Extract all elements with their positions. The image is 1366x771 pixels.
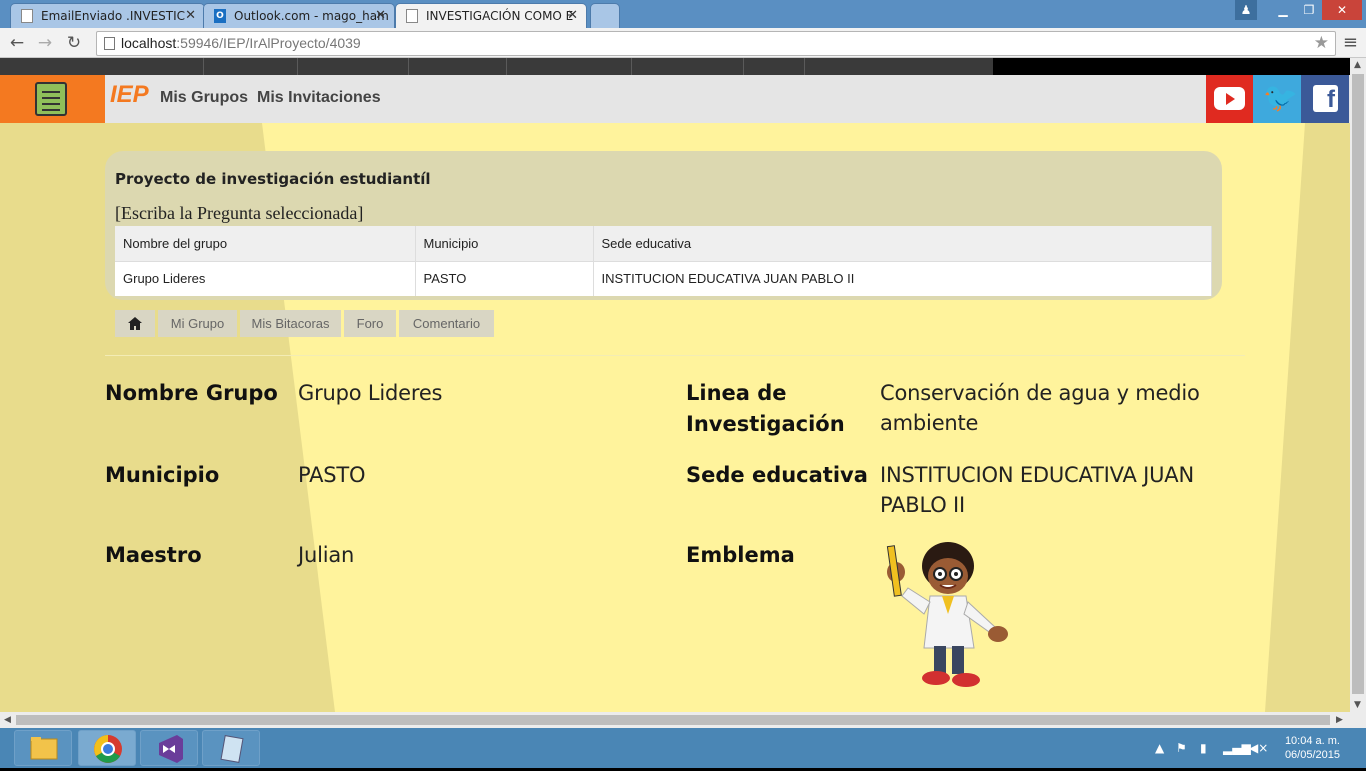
user-icon[interactable]: ♟ (1235, 0, 1257, 20)
tab-mi-grupo[interactable]: Mi Grupo (158, 310, 237, 337)
table-header: Nombre del grupo (115, 226, 416, 261)
facebook-icon[interactable]: f (1301, 75, 1349, 123)
table-header-row: Nombre del grupo Municipio Sede educativ… (115, 226, 1212, 261)
tab-foro[interactable]: Foro (344, 310, 396, 337)
page-viewport: IEP Mis Grupos Mis Invitaciones 🐦 f Proy… (0, 58, 1350, 712)
site-logo[interactable] (0, 75, 105, 123)
table-cell: Grupo Lideres (115, 260, 416, 296)
site-header: IEP Mis Grupos Mis Invitaciones 🐦 f (0, 75, 1350, 123)
table-cell: PASTO (415, 260, 594, 296)
page-icon (104, 37, 115, 50)
close-tab-icon[interactable]: ✕ (567, 8, 578, 23)
file-explorer-icon[interactable] (14, 730, 72, 766)
tab-title: EmailEnviado .INVESTIC (41, 9, 186, 23)
bookmark-star-icon[interactable]: ★ (1314, 33, 1329, 53)
table-header: Municipio (415, 226, 594, 261)
windows-taskbar: ▲ ⚑ ▮ ▂▄▆ ◀× 10:04 a. m. 06/05/2015 (0, 728, 1366, 768)
volume-muted-icon[interactable]: ◀× (1249, 741, 1268, 755)
scrollbar-thumb[interactable] (16, 715, 1330, 725)
new-tab-button[interactable] (590, 3, 620, 28)
home-icon (128, 317, 142, 330)
tab-mis-bitacoras[interactable]: Mis Bitacoras (240, 310, 341, 337)
network-icon[interactable]: ▂▄▆ (1223, 741, 1251, 755)
reload-icon[interactable]: ↻ (63, 32, 85, 54)
system-clock[interactable]: 10:04 a. m. 06/05/2015 (1285, 734, 1340, 762)
group-table: Nombre del grupo Municipio Sede educativ… (115, 226, 1212, 296)
scrollbar-thumb[interactable] (1352, 74, 1364, 694)
value-sede-educativa: INSTITUCION EDUCATIVA JUAN PABLO II (880, 463, 1194, 517)
label-nombre-grupo: Nombre Grupo (105, 381, 278, 405)
label-emblema: Emblema (686, 543, 795, 567)
vertical-scrollbar[interactable]: ▲ ▼ (1350, 58, 1366, 712)
close-window-button[interactable]: ✕ (1322, 0, 1362, 20)
table-row: Grupo Lideres PASTO INSTITUCION EDUCATIV… (115, 260, 1212, 296)
notebook-icon (35, 82, 67, 116)
chrome-icon[interactable] (78, 730, 136, 766)
browser-tab[interactable]: EmailEnviado .INVESTIC ✕ (10, 3, 205, 28)
close-tab-icon[interactable]: ✕ (185, 8, 196, 23)
back-icon[interactable]: ← (6, 32, 28, 54)
project-panel: Proyecto de investigación estudiantíl [E… (105, 151, 1222, 300)
page-icon (406, 9, 418, 23)
browser-tab[interactable]: O Outlook.com - mago_ham ✕ (203, 3, 395, 28)
battery-icon[interactable]: ▮ (1200, 741, 1207, 755)
notepad-icon[interactable] (202, 730, 260, 766)
value-municipio: PASTO (298, 463, 366, 487)
menu-icon[interactable]: ≡ (1343, 32, 1358, 53)
action-center-icon[interactable]: ⚑ (1176, 741, 1187, 755)
tray-expand-icon[interactable]: ▲ (1155, 741, 1164, 755)
nav-mis-grupos[interactable]: Mis Grupos (160, 89, 248, 107)
value-maestro: Julian (298, 543, 355, 567)
nav-mis-invitaciones[interactable]: Mis Invitaciones (257, 89, 381, 107)
divider (105, 355, 1245, 356)
twitter-icon[interactable]: 🐦 (1253, 75, 1301, 123)
minimize-button[interactable]: ▁ (1270, 0, 1296, 20)
close-tab-icon[interactable]: ✕ (375, 8, 386, 23)
forward-icon[interactable]: → (34, 32, 56, 54)
value-linea-investigacion: Conservación de agua y medio ambiente (880, 381, 1200, 435)
tab-title: Outlook.com - mago_ham (234, 9, 389, 23)
scientist-emblem-image (886, 542, 1008, 687)
label-linea-investigacion: Linea de Investigación (686, 381, 845, 436)
brand-logo[interactable]: IEP (110, 81, 149, 109)
page-icon (21, 9, 33, 23)
url-text: localhost:59946/IEP/IrAlProyecto/4039 (121, 35, 361, 51)
table-header: Sede educativa (593, 226, 1212, 261)
browser-toolbar: ← → ↻ localhost:59946/IEP/IrAlProyecto/4… (0, 28, 1366, 58)
browser-tab-active[interactable]: INVESTIGACIÓN COMO E ✕ (395, 3, 587, 28)
label-municipio: Municipio (105, 463, 220, 487)
panel-title: Proyecto de investigación estudiantíl (115, 170, 431, 188)
address-bar[interactable]: localhost:59946/IEP/IrAlProyecto/4039 ★ (96, 31, 1336, 56)
label-maestro: Maestro (105, 543, 202, 567)
label-sede-educativa: Sede educativa (686, 463, 868, 487)
table-cell: INSTITUCION EDUCATIVA JUAN PABLO II (593, 260, 1212, 296)
tab-comentario[interactable]: Comentario (399, 310, 494, 337)
tab-title: INVESTIGACIÓN COMO E (426, 9, 574, 23)
maximize-button[interactable]: ❐ (1296, 0, 1322, 20)
horizontal-scrollbar[interactable]: ◀ ▶ (0, 712, 1366, 728)
value-nombre-grupo: Grupo Lideres (298, 381, 443, 405)
visual-studio-icon[interactable] (140, 730, 198, 766)
outlook-icon: O (214, 9, 226, 23)
youtube-icon[interactable] (1206, 75, 1254, 123)
tab-home[interactable] (115, 310, 155, 337)
browser-titlebar: EmailEnviado .INVESTIC ✕ O Outlook.com -… (0, 0, 1366, 28)
top-navigation-strip (0, 58, 1350, 75)
research-question: [Escriba la Pregunta seleccionada] (115, 203, 364, 223)
